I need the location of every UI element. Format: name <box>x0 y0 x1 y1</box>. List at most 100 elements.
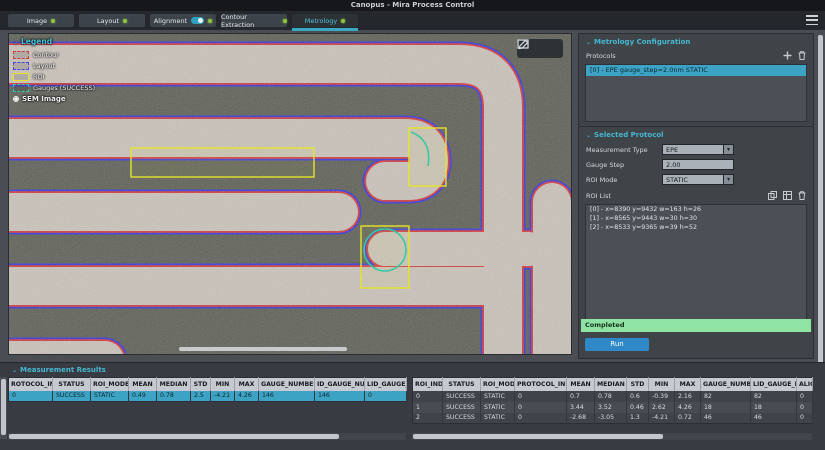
status-badge: Completed <box>581 319 811 332</box>
column-header[interactable]: ROI_MODE <box>480 377 515 391</box>
results-section-title[interactable]: ⌄ Measurement Results <box>0 363 825 376</box>
table-row[interactable]: 1 SUCCESS STATIC 0 3.44 3.52 0.46 2.62 4.26 18 18 0 <box>412 401 813 413</box>
column-header[interactable]: MAX <box>674 377 701 391</box>
selected-protocol-title[interactable]: ⌄ Selected Protocol <box>579 127 813 142</box>
legend-swatch-icon <box>13 83 29 92</box>
tab-image[interactable]: Image <box>8 14 74 27</box>
column-header[interactable]: MIN <box>648 377 675 391</box>
import-roi-button[interactable] <box>783 191 792 200</box>
table-row[interactable]: 2 SUCCESS STATIC 0 -2.68 -3.05 1.3 -4.21 0.72 46 4… <box>412 412 813 424</box>
left-table-vertical-scrollbar[interactable] <box>1 379 6 435</box>
add-protocol-button[interactable] <box>783 51 792 60</box>
table-header-row: ROI_INDEX ▾STATUSROI_MODEPROTOCOL_INDEXM… <box>412 377 813 391</box>
run-button[interactable]: Run <box>585 338 649 351</box>
table-cell: 0 <box>796 412 813 424</box>
table-cell: STATIC <box>480 412 515 424</box>
roi-list-item[interactable]: [2] - x=8533 y=9365 w=39 h=52 <box>586 223 806 232</box>
legend-swatch-icon <box>13 72 29 81</box>
column-header[interactable]: ROI_INDEX ▾ <box>412 377 443 391</box>
legend-item: Layout <box>13 60 123 71</box>
tab-label: Contour Extraction <box>221 12 255 29</box>
roi-mode-select[interactable]: STATIC <box>662 174 734 185</box>
column-header[interactable]: STD <box>190 377 211 391</box>
gauge-step-input[interactable]: 2.00 <box>662 159 734 170</box>
table-cell: 46 <box>700 412 751 424</box>
table-cell: 0 <box>514 412 567 424</box>
viewer-horizontal-scrollbar[interactable] <box>179 347 347 351</box>
copy-icon <box>768 191 777 200</box>
tab-strip: Image Layout Alignment Contour Extraction Me… <box>8 12 363 31</box>
table-cell: 4.26 <box>674 401 701 413</box>
table-row[interactable]: 0 SUCCESS STATIC 0 0.7 0.78 0.6 -0.39 2.16 82 82 0 <box>412 390 813 402</box>
legend-item-label: Contour <box>33 50 59 59</box>
hamburger-menu-icon[interactable] <box>806 15 818 25</box>
table-cell: 46 <box>750 412 797 424</box>
pencil-icon <box>518 39 529 50</box>
tab-contour-extraction[interactable]: Contour Extraction <box>221 12 287 29</box>
legend-item: ROI <box>13 71 123 82</box>
table-cell: SUCCESS <box>442 390 481 402</box>
delete-protocol-button[interactable] <box>798 51 806 60</box>
tab-layout[interactable]: Layout <box>79 14 145 27</box>
column-header[interactable]: MEAN <box>128 377 157 391</box>
table-cell: 1.3 <box>626 412 649 424</box>
field-row: Measurement Type EPE <box>579 142 813 157</box>
column-header[interactable]: STATUS <box>442 377 481 391</box>
left-table-horizontal-scrollbar[interactable] <box>9 434 339 439</box>
table-cell: 0.72 <box>674 412 701 424</box>
right-table-horizontal-scrollbar[interactable] <box>413 434 663 439</box>
column-header[interactable]: STATUS <box>52 377 91 391</box>
table-cell: 2.16 <box>674 390 701 402</box>
field-label: ROI Mode <box>586 175 618 184</box>
column-header[interactable]: STD <box>626 377 649 391</box>
column-header[interactable]: PROTOCOL_INDEX <box>514 377 567 391</box>
table-cell: 82 <box>750 390 797 402</box>
field-row: ROI Mode STATIC <box>579 172 813 187</box>
roi-list-item[interactable]: [0] - x=8390 y=9432 w=163 h=26 <box>586 205 806 214</box>
table-row[interactable]: 0 SUCCESS STATIC 0.49 0.78 2.5 -4.21 4.26 146 146… <box>8 390 407 402</box>
config-section-title[interactable]: ⌄ Metrology Configuration <box>579 34 813 49</box>
field-row: Gauge Step 2.00 <box>579 157 813 172</box>
roi-list-label: ROI List <box>586 191 611 200</box>
measurement-type-select[interactable]: EPE <box>662 144 734 155</box>
column-header[interactable]: ROTOCOL_INDE ▾ <box>8 377 53 391</box>
column-header[interactable]: ROI_MODE <box>90 377 129 391</box>
roi-list: [0] - x=8390 y=9432 w=163 h=26 [1] - x=85… <box>585 204 807 322</box>
column-header[interactable]: ALIC <box>796 377 813 391</box>
column-header[interactable]: GAUGE_NUMBER <box>258 377 315 391</box>
column-header[interactable]: MEAN <box>566 377 595 391</box>
copy-roi-button[interactable] <box>768 191 777 200</box>
edit-button[interactable] <box>518 39 558 55</box>
protocol-results-table: ROTOCOL_INDE ▾STATUSROI_MODEMEANMEDIANST… <box>8 377 407 402</box>
sem-image-viewport[interactable]: ⌄ Legend Contour Layout ROI Gauges (SUCCESS)… <box>8 33 572 355</box>
trash-icon <box>798 191 806 200</box>
table-cell: 146 <box>258 390 315 402</box>
column-header[interactable]: LID_GAUGE_NUM <box>364 377 407 391</box>
column-header[interactable]: LID_GAUGE_NUMB <box>750 377 797 391</box>
tab-label: Metrology <box>304 16 338 25</box>
column-header[interactable]: GAUGE_NUMBER <box>700 377 751 391</box>
roi-list-item[interactable]: [1] - x=8565 y=9443 w=30 h=30 <box>586 214 806 223</box>
column-header[interactable]: MEDIAN <box>156 377 191 391</box>
column-header[interactable]: MEDIAN <box>594 377 627 391</box>
legend-item: Contour <box>13 49 123 60</box>
legend-title: ⌄ Legend <box>13 37 53 46</box>
tab-alignment[interactable]: Alignment <box>150 14 216 27</box>
legend-sem-image-toggle[interactable]: SEM Image <box>13 95 123 103</box>
table-cell: 0.78 <box>156 390 191 402</box>
metrology-config-panel: ⌄ Metrology Configuration Protocols [0] -… <box>578 33 814 359</box>
table-cell: 1 <box>412 401 443 413</box>
delete-roi-button[interactable] <box>798 191 806 200</box>
measurement-results-panel: ⌄Measurement Results ROTOCOL_INDE ▾STATU… <box>0 362 825 450</box>
column-header[interactable]: MAX <box>234 377 259 391</box>
alignment-toggle[interactable] <box>191 17 205 24</box>
tab-metrology[interactable]: Metrology <box>292 14 358 31</box>
column-header[interactable]: ID_GAUGE_NUMB <box>314 377 365 391</box>
table-cell: -4.21 <box>648 412 675 424</box>
table-cell: 4.26 <box>234 390 259 402</box>
column-header[interactable]: MIN <box>210 377 235 391</box>
table-cell: STATIC <box>480 390 515 402</box>
radio-icon <box>13 96 19 102</box>
tab-status-dot <box>283 18 287 23</box>
protocol-list-item[interactable]: [0] - EPE gauge_step=2.0nm STATIC <box>586 65 806 76</box>
